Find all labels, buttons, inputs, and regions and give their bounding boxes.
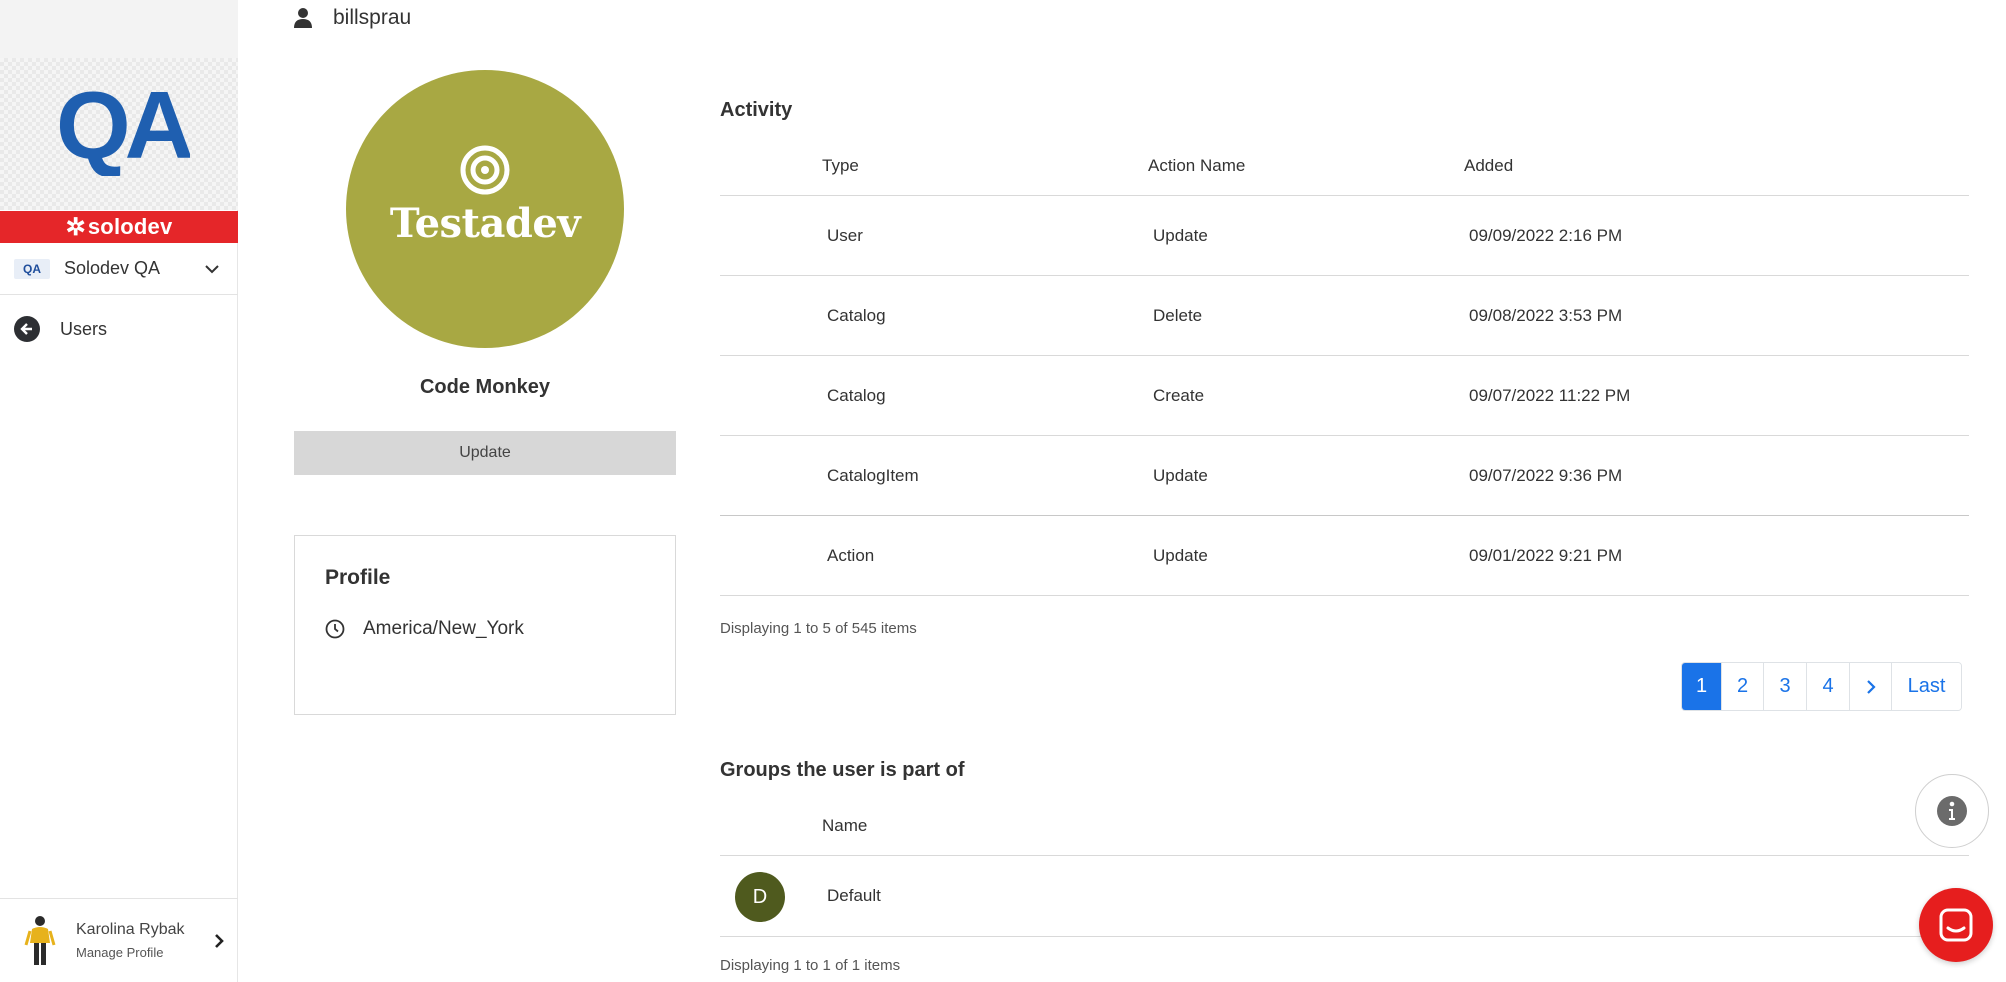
profile-card: Profile America/New_York	[294, 535, 676, 715]
user-avatar-circle: Testadev	[346, 70, 624, 348]
cell-type: User	[827, 226, 863, 245]
cell-action: Update	[1153, 226, 1208, 245]
activity-table: Type Action Name Added User Update 09/09…	[720, 144, 1969, 596]
profile-timezone-row: America/New_York	[325, 618, 524, 640]
org-name: Solodev QA	[64, 258, 161, 278]
avatar-text: Testadev	[389, 200, 581, 247]
qa-logo: QA	[56, 72, 190, 176]
table-row[interactable]: Catalog Delete 09/08/2022 3:53 PM	[720, 276, 1969, 356]
table-row[interactable]: Catalog Create 09/07/2022 11:22 PM	[720, 356, 1969, 436]
footer-user-name: Karolina Rybak	[76, 921, 185, 938]
last-page-button[interactable]: Last	[1891, 663, 1961, 710]
cell-type: CatalogItem	[827, 466, 919, 485]
page-1-button[interactable]: 1	[1682, 663, 1721, 710]
cell-type: Catalog	[827, 386, 886, 405]
next-page-button[interactable]	[1849, 663, 1891, 710]
cell-type: Catalog	[827, 306, 886, 325]
cell-type: Action	[827, 546, 875, 565]
cell-added: 09/07/2022 11:22 PM	[1469, 386, 1631, 405]
sidebar-top-strip	[0, 0, 238, 58]
info-icon	[1937, 796, 1967, 826]
nav-back-label: Users	[60, 318, 108, 339]
manage-profile-label: Manage Profile	[76, 945, 164, 960]
chevron-right-icon	[1866, 679, 1876, 694]
cell-action: Update	[1153, 466, 1208, 485]
column-header-action-name[interactable]: Action Name	[1148, 156, 1245, 176]
update-button[interactable]: Update	[294, 431, 676, 475]
table-row[interactable]: D Default	[720, 856, 1969, 937]
chevron-down-icon[interactable]	[202, 259, 222, 279]
target-icon	[460, 145, 510, 195]
header-user: billsprau	[293, 6, 411, 30]
group-avatar: D	[735, 872, 785, 922]
column-header-name[interactable]: Name	[822, 816, 867, 836]
groups-summary: Displaying 1 to 1 of 1 items	[720, 957, 901, 974]
cell-action: Update	[1153, 546, 1208, 565]
cell-action: Delete	[1153, 306, 1203, 325]
chat-button[interactable]	[1919, 888, 1993, 962]
arrow-left-circle-icon	[14, 316, 40, 342]
column-header-added[interactable]: Added	[1464, 156, 1513, 176]
column-header-type[interactable]: Type	[822, 156, 859, 176]
info-button[interactable]	[1915, 774, 1989, 848]
pagination: 1 2 3 4 Last	[1681, 662, 1962, 711]
manage-profile-link[interactable]: Karolina Rybak Manage Profile	[0, 898, 238, 982]
chat-icon	[1939, 908, 1973, 942]
site-logo-area[interactable]: QA	[0, 58, 238, 210]
cell-added: 09/07/2022 9:36 PM	[1469, 466, 1623, 485]
page-3-button[interactable]: 3	[1763, 663, 1806, 710]
nav-back-users[interactable]: Users	[14, 316, 107, 342]
user-icon	[294, 8, 312, 28]
svg-text:QA: QA	[56, 72, 190, 176]
header-username: billsprau	[333, 6, 412, 29]
activity-table-header: Type Action Name Added	[720, 144, 1969, 196]
table-row[interactable]: CatalogItem Update 09/07/2022 9:36 PM	[720, 436, 1969, 516]
profile-timezone: America/New_York	[363, 618, 524, 639]
cell-action: Create	[1153, 386, 1205, 405]
cell-group-name: Default	[827, 886, 881, 905]
table-row[interactable]: Action Update 09/01/2022 9:21 PM	[720, 516, 1969, 596]
groups-title: Groups the user is part of	[720, 759, 965, 781]
table-row[interactable]: User Update 09/09/2022 2:16 PM	[720, 196, 1969, 276]
cell-added: 09/01/2022 9:21 PM	[1469, 546, 1623, 565]
avatar	[24, 915, 56, 965]
activity-summary: Displaying 1 to 5 of 545 items	[720, 620, 917, 637]
cell-added: 09/08/2022 3:53 PM	[1469, 306, 1623, 325]
chevron-right-icon[interactable]	[210, 931, 228, 951]
cell-added: 09/09/2022 2:16 PM	[1469, 226, 1623, 245]
sidebar: QA ✲ solodev QA Solodev QA Users Karolin…	[0, 0, 238, 982]
solodev-mark-icon: ✲	[65, 213, 86, 241]
org-selector[interactable]: QA Solodev QA	[0, 243, 238, 295]
brand-name: solodev	[87, 214, 173, 239]
solodev-brand-bar: ✲ solodev	[0, 211, 238, 243]
user-title: Code Monkey	[419, 376, 551, 398]
profile-title: Profile	[325, 566, 391, 589]
clock-icon	[325, 619, 345, 639]
page-4-button[interactable]: 4	[1806, 663, 1849, 710]
org-badge: QA	[14, 258, 50, 279]
page-2-button[interactable]: 2	[1721, 663, 1763, 710]
groups-table-header: Name	[720, 804, 1969, 856]
groups-table: Name D Default	[720, 804, 1969, 937]
activity-title: Activity	[720, 99, 793, 121]
